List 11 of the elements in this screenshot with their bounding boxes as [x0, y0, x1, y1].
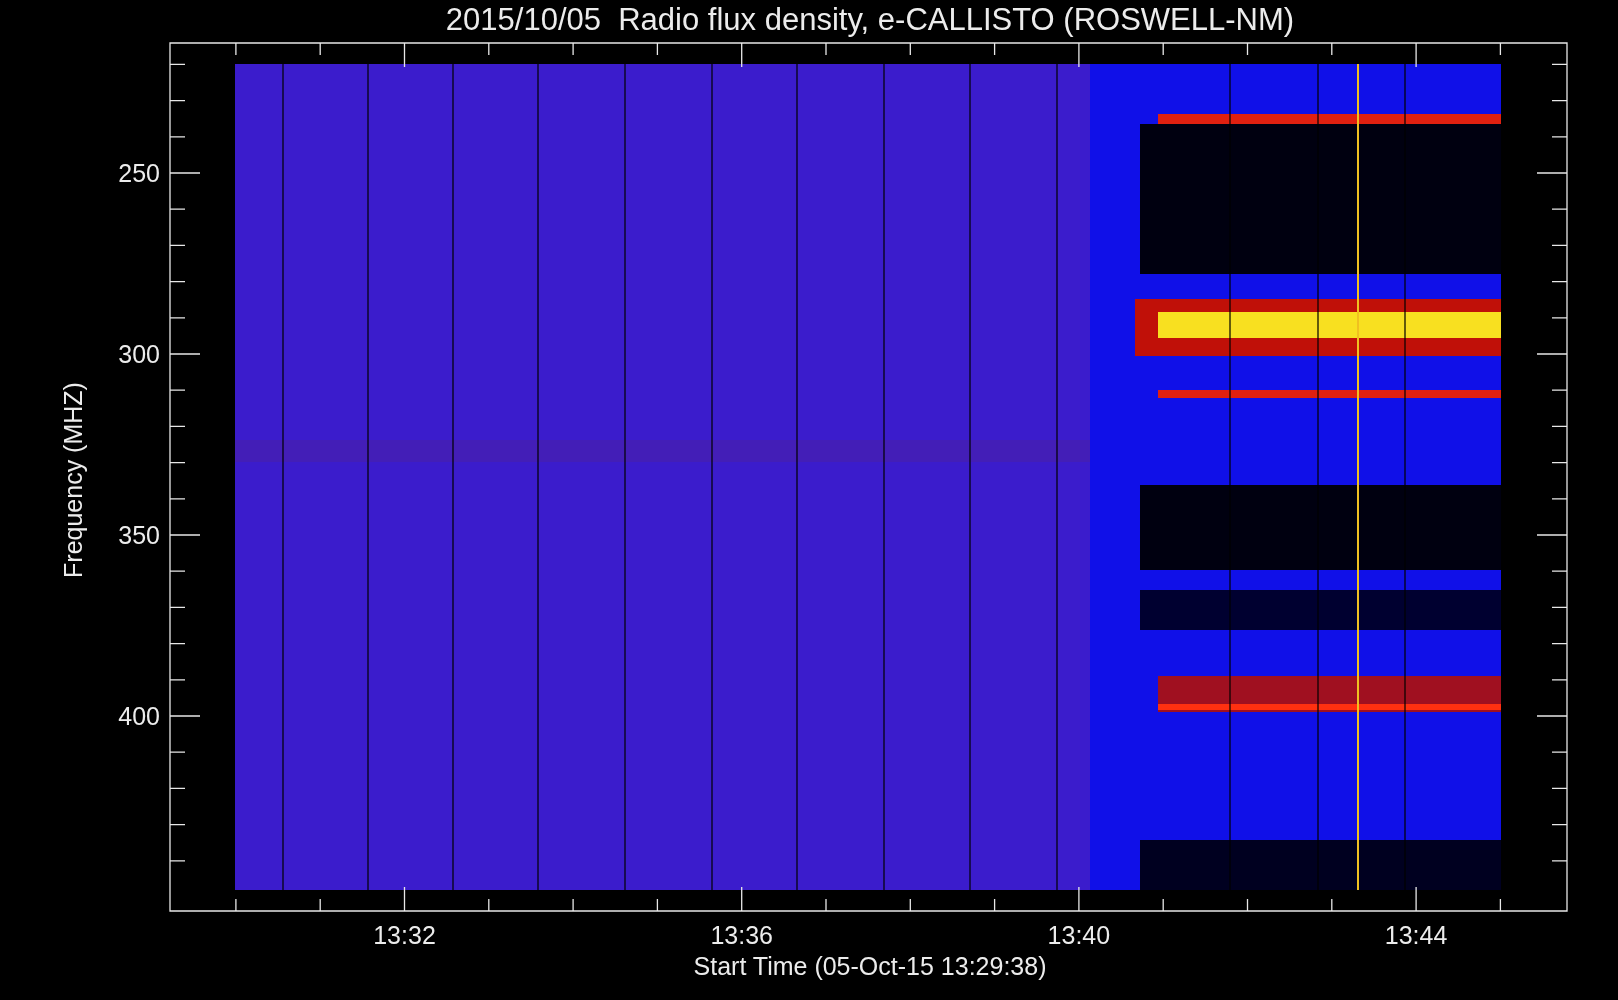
x-tick-label: 13:40 — [1047, 921, 1111, 949]
x-tick-label: 13:32 — [373, 921, 436, 949]
y-axis-title: Frequency (MHZ) — [59, 382, 87, 578]
y-tick-label: 300 — [118, 340, 160, 368]
x-tick-label: 13:44 — [1384, 921, 1448, 949]
y-tick-label: 400 — [118, 702, 160, 730]
x-tick-label: 13:36 — [710, 921, 773, 949]
chart-title: 2015/10/05 Radio flux density, e-CALLISTO (ROSWELL-NM) — [445, 2, 1295, 37]
x-axis-title: Start Time (05-Oct-15 13:29:38) — [693, 952, 1047, 980]
y-tick-label: 250 — [118, 159, 160, 187]
y-tick-label: 350 — [118, 521, 160, 549]
